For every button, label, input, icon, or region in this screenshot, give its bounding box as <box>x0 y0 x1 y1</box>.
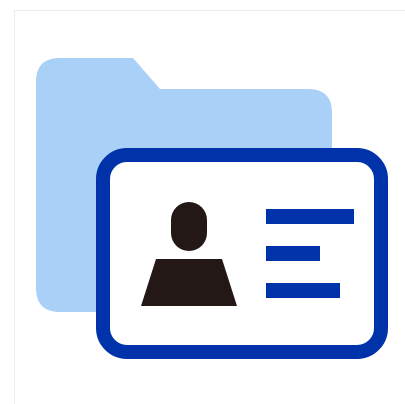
folder-contact-card-icon <box>36 58 388 359</box>
contact-card <box>96 148 388 359</box>
icon-canvas <box>0 0 405 404</box>
